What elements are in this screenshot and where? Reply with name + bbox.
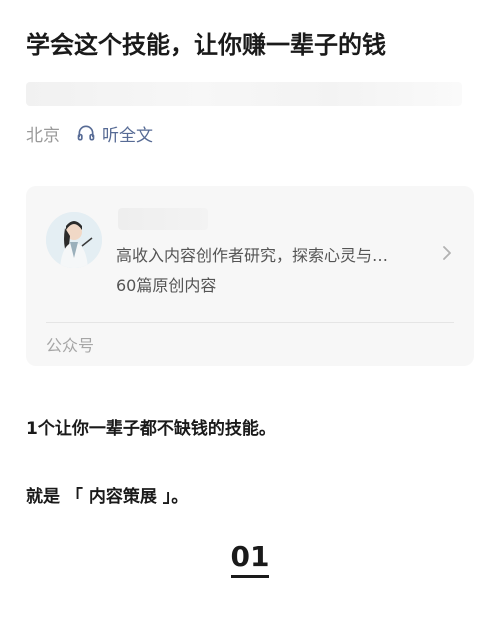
avatar[interactable] bbox=[46, 212, 102, 268]
card-divider bbox=[46, 322, 454, 323]
chevron-right-icon[interactable] bbox=[440, 244, 454, 262]
account-type-label: 公众号 bbox=[46, 336, 95, 355]
listen-label: 听全文 bbox=[102, 125, 153, 146]
account-description: 高收入内容创作者研究，探索心灵与… bbox=[116, 246, 389, 265]
article-title: 学会这个技能，让你赚一辈子的钱 bbox=[26, 31, 386, 59]
avatar-image bbox=[46, 212, 102, 268]
headphones-icon bbox=[77, 125, 95, 141]
account-card[interactable]: 高收入内容创作者研究，探索心灵与… 60篇原创内容 公众号 bbox=[26, 186, 474, 366]
blurred-account-name bbox=[118, 208, 208, 230]
blurred-author-info bbox=[26, 82, 462, 106]
paragraph-2: 就是 「 内容策展 」。 bbox=[26, 487, 189, 507]
original-count: 60篇原创内容 bbox=[116, 276, 217, 295]
section-number: 01 bbox=[230, 540, 270, 578]
listen-full-button[interactable]: 听全文 bbox=[76, 121, 153, 146]
location-label: 北京 bbox=[26, 125, 60, 146]
article-meta: 北京 听全文 bbox=[26, 120, 153, 146]
section-heading: 01 bbox=[0, 540, 500, 578]
paragraph-1: 1个让你一辈子都不缺钱的技能。 bbox=[26, 419, 276, 439]
